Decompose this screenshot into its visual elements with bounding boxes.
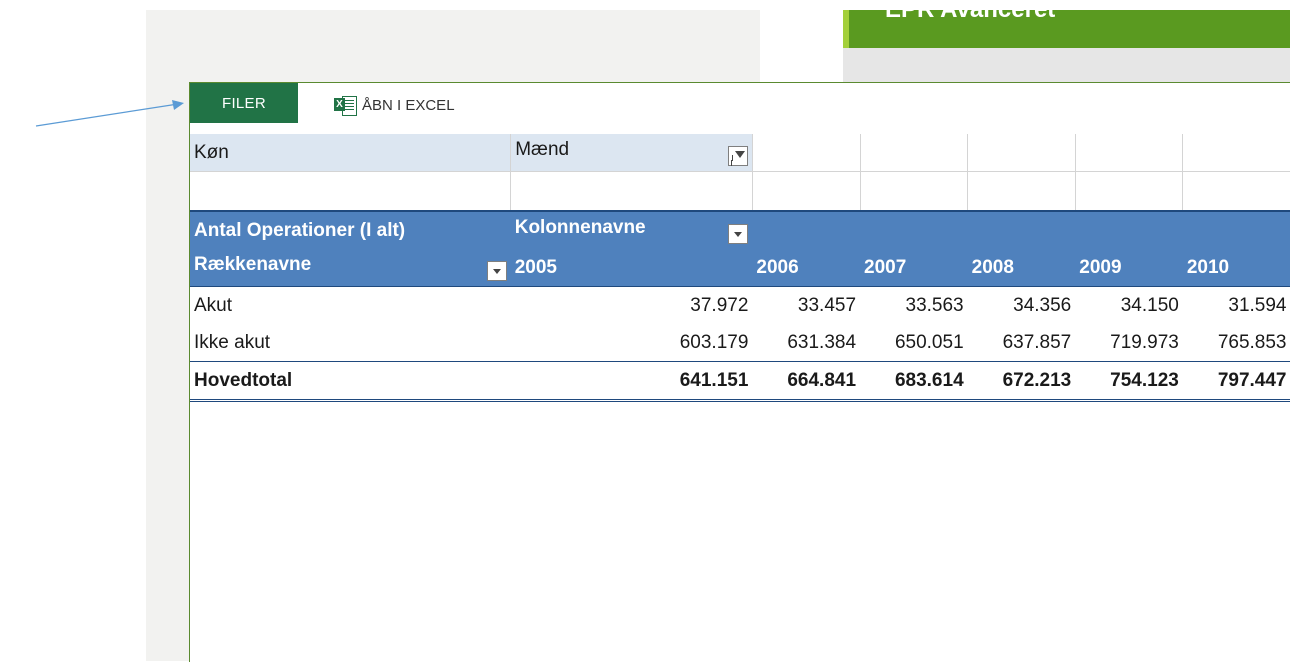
pivot-table: Køn Mænd Antal Operationer (I alt) Kolon… bbox=[190, 134, 1290, 402]
row-label: Akut bbox=[194, 294, 233, 316]
value-cell: 33.457 bbox=[797, 294, 857, 316]
year-header: 2005 bbox=[510, 249, 753, 287]
filter-field-label: Køn bbox=[190, 134, 512, 172]
app-banner: EPR Avanceret bbox=[843, 0, 1290, 48]
row-labels-cell[interactable]: Rækkenavne bbox=[190, 249, 511, 287]
value-cell: 34.356 bbox=[1013, 294, 1072, 316]
total-cell: 683.614 bbox=[860, 361, 968, 402]
report-filter-row: Køn Mænd bbox=[190, 134, 1290, 172]
value-cell: 34.150 bbox=[1120, 294, 1179, 316]
table-row: Akut 37.972 33.457 33.563 34.356 34.150 … bbox=[190, 287, 1290, 325]
value-field-label: Antal Operationer (I alt) bbox=[190, 210, 511, 249]
pivot-panel: FILER X ÅBN I EXCEL Køn Mænd Antal Opera… bbox=[189, 82, 1290, 662]
column-labels-cell[interactable]: Kolonnenavne bbox=[510, 210, 753, 249]
total-cell: 641.151 bbox=[510, 361, 753, 402]
spacer-row bbox=[190, 171, 1290, 211]
filter-value: Mænd bbox=[515, 139, 570, 160]
value-cell: 719.973 bbox=[1110, 331, 1179, 353]
year-header: 2008 bbox=[967, 249, 1076, 287]
grand-total-row: Hovedtotal 641.151 664.841 683.614 672.2… bbox=[190, 361, 1290, 402]
open-in-excel-label: ÅBN I EXCEL bbox=[362, 96, 455, 114]
open-in-excel-button[interactable]: X ÅBN I EXCEL bbox=[334, 91, 455, 119]
total-cell: 797.447 bbox=[1182, 361, 1290, 402]
pivot-year-row: Rækkenavne 2005 2006 2007 2008 2009 2010 bbox=[190, 249, 1290, 287]
filer-button-label: FILER bbox=[221, 94, 266, 112]
total-cell: 754.123 bbox=[1075, 361, 1183, 402]
table-row: Ikke akut 603.179 631.384 650.051 637.85… bbox=[190, 324, 1290, 362]
row-labels-dropdown-icon[interactable] bbox=[486, 261, 507, 281]
year-header: 2010 bbox=[1182, 249, 1290, 287]
year-header: 2009 bbox=[1075, 249, 1183, 287]
value-cell: 637.857 bbox=[1002, 331, 1072, 353]
total-cell: 664.841 bbox=[752, 361, 861, 402]
value-cell: 650.051 bbox=[894, 331, 964, 353]
app-banner-strip bbox=[843, 48, 1290, 82]
app-banner-title: EPR Avanceret bbox=[885, 0, 1056, 23]
value-cell: 631.384 bbox=[787, 331, 857, 353]
value-cell: 765.853 bbox=[1217, 331, 1287, 353]
row-labels-text: Rækkenavne bbox=[194, 254, 312, 275]
value-cell: 33.563 bbox=[905, 294, 964, 316]
row-label: Ikke akut bbox=[194, 331, 271, 353]
year-header: 2006 bbox=[752, 249, 861, 287]
grand-total-label: Hovedtotal bbox=[190, 361, 511, 402]
value-cell: 37.972 bbox=[690, 294, 749, 316]
filer-button[interactable]: FILER bbox=[190, 83, 298, 123]
column-labels-dropdown-icon[interactable] bbox=[728, 224, 749, 244]
total-cell: 672.213 bbox=[967, 361, 1076, 402]
value-cell: 603.179 bbox=[679, 331, 749, 353]
value-cell: 31.594 bbox=[1228, 294, 1287, 316]
column-labels-text: Kolonnenavne bbox=[514, 217, 646, 238]
year-header: 2007 bbox=[860, 249, 968, 287]
filter-icon[interactable] bbox=[727, 146, 748, 166]
toolbar: FILER X ÅBN I EXCEL bbox=[190, 83, 1290, 123]
pivot-header-row: Antal Operationer (I alt) Kolonnenavne bbox=[190, 210, 1290, 249]
excel-icon: X bbox=[334, 95, 357, 116]
filter-value-cell[interactable]: Mænd bbox=[510, 134, 753, 172]
